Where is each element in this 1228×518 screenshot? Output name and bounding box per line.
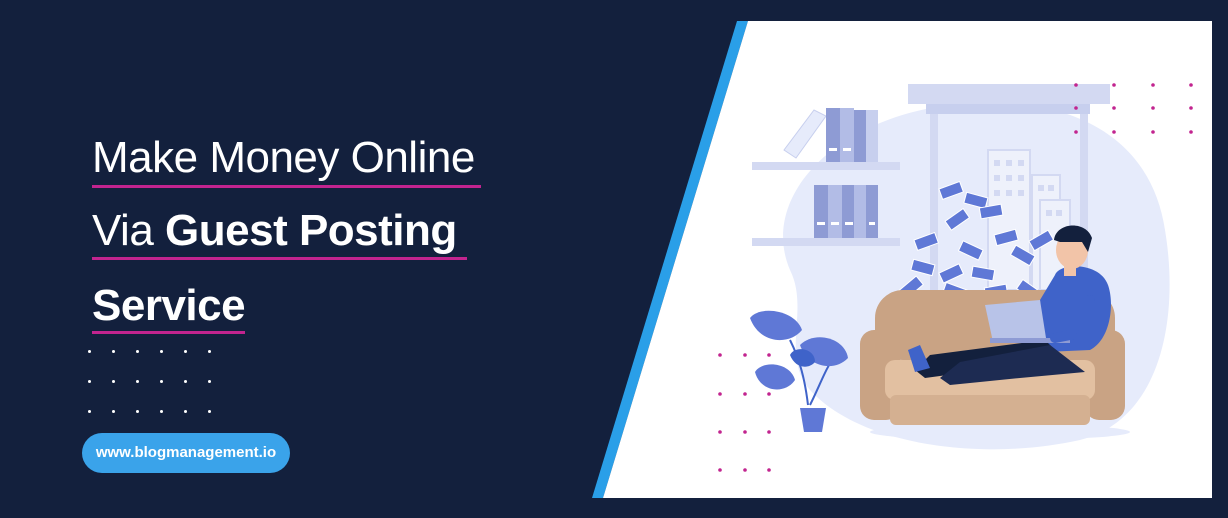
dot [112, 380, 115, 383]
dot [88, 380, 91, 383]
banner: Make Money Online Via Guest Posting Serv… [0, 0, 1228, 518]
headline-text-1: Make Money Online [92, 133, 475, 182]
dot [112, 410, 115, 413]
dot [160, 350, 163, 353]
headline-line-3: Service [92, 280, 246, 334]
dot [136, 410, 139, 413]
headline-underline-2 [92, 257, 467, 260]
dot [208, 380, 211, 383]
headline-text-2-bold: Guest Posting [165, 206, 457, 255]
dot [184, 350, 187, 353]
dot [160, 410, 163, 413]
headline-text-3-bold: Service [92, 281, 246, 330]
headline-underline-3 [92, 331, 246, 334]
headline-line-1: Make Money Online [92, 132, 481, 188]
dot [112, 350, 115, 353]
dot [160, 380, 163, 383]
headline-text-2-regular: Via [92, 206, 166, 255]
dot [184, 380, 187, 383]
headline-line-2: Via Guest Posting [92, 205, 467, 260]
website-url-badge[interactable]: www.blogmanagement.io [82, 433, 290, 473]
dot [184, 410, 187, 413]
headline-underline-1 [92, 185, 481, 188]
dot [208, 410, 211, 413]
dot [88, 410, 91, 413]
dot [136, 380, 139, 383]
dot [208, 350, 211, 353]
dot [88, 350, 91, 353]
dot [136, 350, 139, 353]
